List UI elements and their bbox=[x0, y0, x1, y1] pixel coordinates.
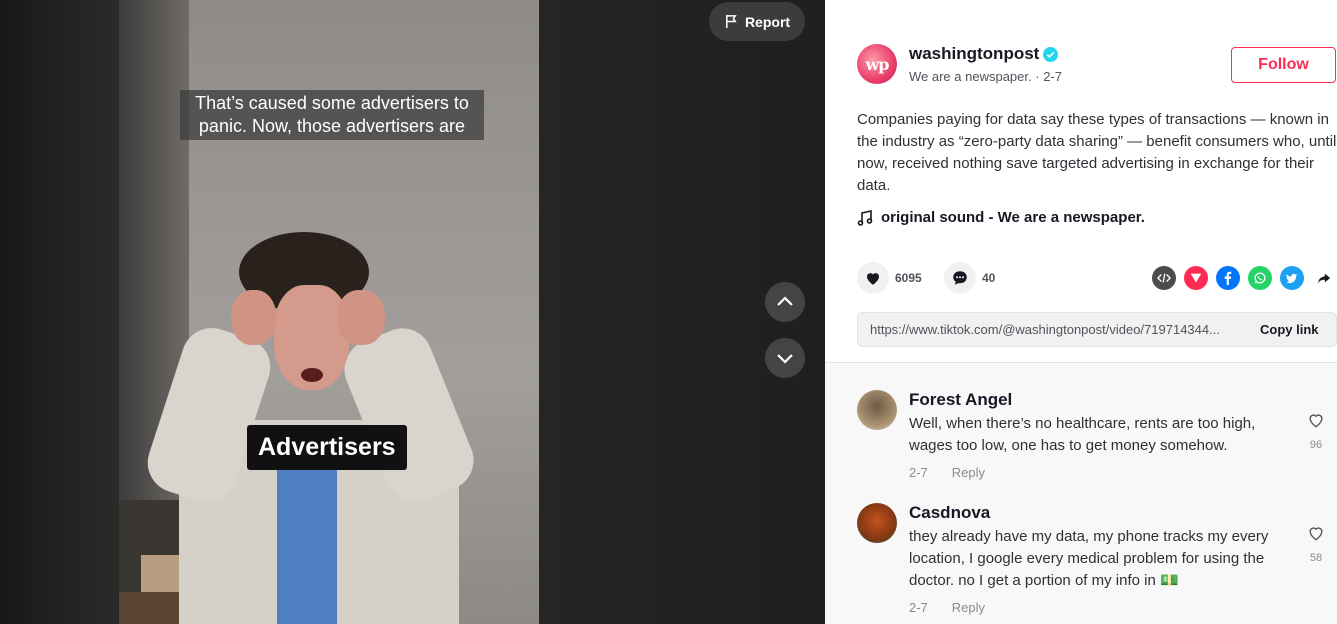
author-row: wp washingtonpost We are a newspaper. · … bbox=[857, 44, 1062, 84]
twitter-icon[interactable] bbox=[1280, 266, 1304, 290]
share-arrow-icon[interactable] bbox=[1312, 266, 1336, 290]
send-to-friends-icon[interactable] bbox=[1184, 266, 1208, 290]
comment-bubble-icon bbox=[953, 271, 967, 285]
comment-list[interactable]: Forest Angel Well, when there’s no healt… bbox=[825, 363, 1337, 624]
reply-button[interactable]: Reply bbox=[952, 465, 985, 480]
heart-outline-icon bbox=[1309, 527, 1323, 541]
reply-button[interactable]: Reply bbox=[952, 600, 985, 615]
comment-like-count: 58 bbox=[1309, 552, 1323, 564]
comment-meta: 2-7 Reply bbox=[909, 465, 1294, 480]
report-button[interactable]: Report bbox=[709, 2, 805, 41]
author-avatar[interactable]: wp bbox=[857, 44, 897, 84]
comment-text: Well, when there’s no healthcare, rents … bbox=[909, 415, 1256, 454]
like-button[interactable] bbox=[857, 262, 889, 294]
author-nickname: We are a newspaper. bbox=[909, 69, 1032, 84]
next-video-button[interactable] bbox=[765, 338, 805, 378]
username-row: washingtonpost bbox=[909, 44, 1062, 64]
like-action[interactable]: 6095 bbox=[857, 262, 922, 294]
video-caption-label: Advertisers bbox=[247, 425, 407, 470]
video-person-hand-left bbox=[231, 290, 276, 345]
comment-count: 40 bbox=[982, 271, 996, 285]
previous-video-button[interactable] bbox=[765, 282, 805, 322]
author-subline: We are a newspaper. · 2-7 bbox=[909, 69, 1062, 84]
video-frame[interactable]: That’s caused some advertisers to panic.… bbox=[119, 0, 539, 624]
copy-link-button[interactable]: Copy link bbox=[1260, 322, 1319, 337]
comment-like[interactable]: 96 bbox=[1305, 410, 1327, 451]
comment-meta: 2-7 Reply bbox=[909, 600, 1294, 615]
verified-badge-icon bbox=[1043, 46, 1059, 62]
commenter-name[interactable]: Forest Angel bbox=[909, 390, 1294, 410]
video-caption-top: That’s caused some advertisers to panic.… bbox=[180, 90, 484, 140]
sound-label: original sound - We are a newspaper. bbox=[881, 209, 1145, 226]
like-count: 6095 bbox=[895, 271, 922, 285]
video-person-mouth bbox=[301, 368, 323, 382]
flag-icon bbox=[726, 14, 737, 29]
commenter-name[interactable]: Casdnova bbox=[909, 503, 1294, 523]
author-username[interactable]: washingtonpost bbox=[909, 44, 1039, 64]
comment-like[interactable]: 58 bbox=[1305, 523, 1327, 564]
comment-date: 2-7 bbox=[909, 600, 928, 615]
comment-body: Forest Angel Well, when there’s no healt… bbox=[909, 390, 1294, 480]
report-label: Report bbox=[744, 13, 791, 30]
commenter-avatar[interactable] bbox=[857, 390, 897, 430]
author-logo-text: wp bbox=[865, 54, 890, 74]
heart-outline-icon bbox=[1309, 414, 1323, 428]
post-description: Companies paying for data say these type… bbox=[857, 111, 1337, 194]
comment-text: they already have my data, my phone trac… bbox=[909, 528, 1269, 589]
heart-icon bbox=[867, 273, 879, 285]
whatsapp-icon[interactable] bbox=[1248, 266, 1272, 290]
subline-separator: · bbox=[1035, 69, 1044, 84]
share-icons bbox=[1152, 266, 1336, 290]
comment-body: Casdnova they already have my data, my p… bbox=[909, 503, 1294, 615]
post-date: 2-7 bbox=[1043, 69, 1062, 84]
video-person-hand-right bbox=[337, 290, 385, 345]
comment-date: 2-7 bbox=[909, 465, 928, 480]
comment-like-count: 96 bbox=[1309, 439, 1323, 451]
copy-link-box[interactable]: https://www.tiktok.com/@washingtonpost/v… bbox=[857, 312, 1337, 347]
facebook-icon[interactable] bbox=[1216, 266, 1240, 290]
video-link-url[interactable]: https://www.tiktok.com/@washingtonpost/v… bbox=[870, 322, 1250, 337]
chevron-down-icon bbox=[777, 354, 793, 364]
comment-action[interactable]: 40 bbox=[944, 262, 995, 294]
details-panel: wp washingtonpost We are a newspaper. · … bbox=[825, 0, 1337, 624]
follow-button[interactable]: Follow bbox=[1231, 47, 1336, 83]
music-note-icon bbox=[857, 209, 873, 226]
author-info: washingtonpost We are a newspaper. · 2-7 bbox=[909, 44, 1062, 84]
commenter-avatar[interactable] bbox=[857, 503, 897, 543]
sound-link[interactable]: original sound - We are a newspaper. bbox=[857, 209, 1145, 226]
action-bar: 6095 40 bbox=[857, 262, 1337, 296]
video-player[interactable]: That’s caused some advertisers to panic.… bbox=[0, 0, 825, 624]
chevron-up-icon bbox=[777, 296, 793, 306]
embed-icon[interactable] bbox=[1152, 266, 1176, 290]
comment-button[interactable] bbox=[944, 262, 976, 294]
